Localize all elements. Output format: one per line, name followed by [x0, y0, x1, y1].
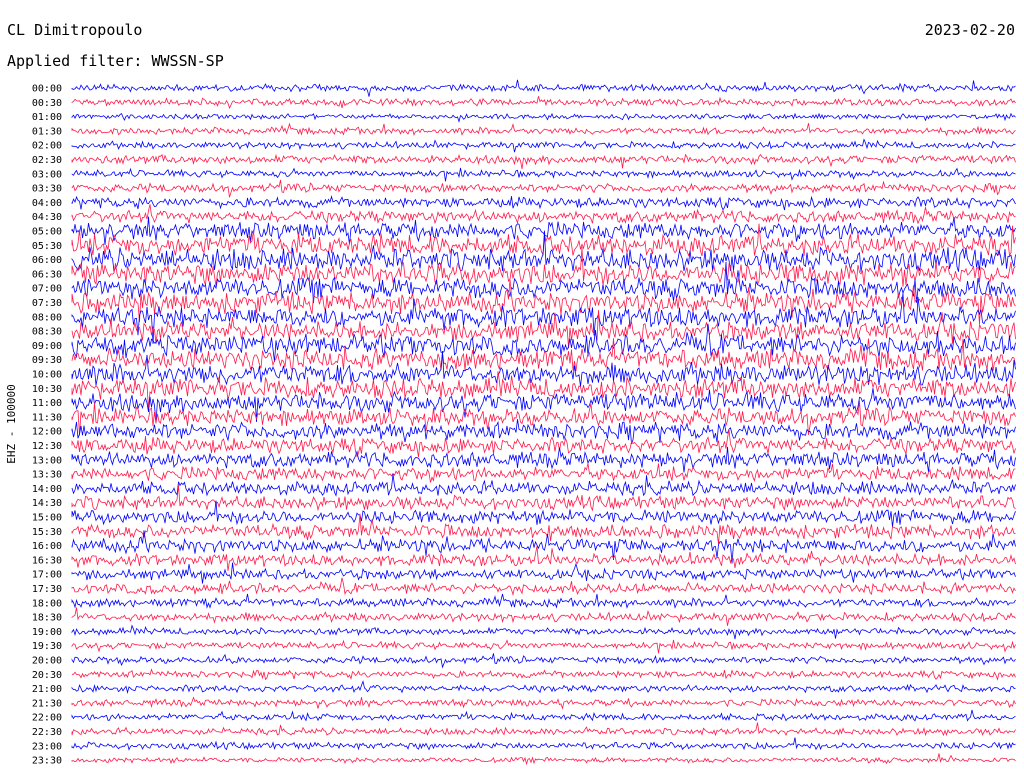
row-time-label: 21:30	[32, 698, 62, 709]
row-time-label: 03:00	[32, 169, 62, 180]
row-time-label: 05:30	[32, 241, 62, 252]
trace-14:00	[71, 473, 1016, 497]
trace-09:30	[71, 338, 1016, 373]
row-time-label: 17:30	[32, 584, 62, 595]
trace-21:00	[71, 680, 1016, 694]
row-time-label: 02:30	[32, 155, 62, 166]
trace-04:30	[71, 204, 1016, 225]
trace-01:30	[71, 122, 1016, 137]
row-time-label: 07:00	[32, 284, 62, 295]
trace-20:00	[71, 653, 1016, 669]
row-time-label: 22:30	[32, 727, 62, 738]
row-time-label: 20:30	[32, 670, 62, 681]
row-time-label: 13:00	[32, 455, 62, 466]
row-time-label: 03:30	[32, 184, 62, 195]
trace-22:30	[71, 722, 1016, 737]
row-time-label: 15:00	[32, 513, 62, 524]
trace-21:30	[71, 696, 1016, 710]
row-time-label: 01:30	[32, 126, 62, 137]
row-time-label: 10:00	[32, 370, 62, 381]
trace-03:30	[71, 179, 1016, 198]
row-time-label: 12:00	[32, 427, 62, 438]
trace-17:30	[71, 577, 1016, 597]
row-time-label: 19:30	[32, 641, 62, 652]
row-time-label: 14:30	[32, 498, 62, 509]
trace-02:30	[71, 153, 1016, 169]
trace-04:00	[71, 195, 1016, 211]
row-time-label: 08:30	[32, 327, 62, 338]
row-time-label: 11:30	[32, 412, 62, 423]
row-time-label: 20:00	[32, 656, 62, 667]
trace-18:00	[71, 593, 1016, 609]
seismogram-plot: EHZ - 100000 00:00 00:30 01:00 01:30 02:00 02…	[5, 79, 1016, 767]
row-time-label: 15:30	[32, 527, 62, 538]
trace-23:00	[71, 737, 1016, 751]
trace-22:00	[71, 709, 1016, 722]
row-time-label: 23:00	[32, 741, 62, 752]
row-time-label: 06:00	[32, 255, 62, 266]
trace-23:30	[71, 753, 1016, 766]
trace-17:00	[71, 562, 1016, 584]
row-time-label: 01:00	[32, 112, 62, 123]
row-time-label: 09:00	[32, 341, 62, 352]
row-time-label: 18:00	[32, 598, 62, 609]
trace-13:00	[71, 446, 1016, 473]
trace-02:00	[71, 138, 1016, 153]
row-time-label: 11:00	[32, 398, 62, 409]
trace-13:30	[71, 463, 1016, 483]
row-time-label: 19:00	[32, 627, 62, 638]
trace-00:00	[71, 79, 1016, 97]
trace-00:30	[71, 96, 1016, 110]
row-time-label: 09:30	[32, 355, 62, 366]
trace-19:30	[71, 639, 1016, 654]
row-time-label: 14:00	[32, 484, 62, 495]
row-time-label: 13:30	[32, 470, 62, 481]
row-time-label: 16:30	[32, 555, 62, 566]
row-time-label: 12:30	[32, 441, 62, 452]
row-time-label: 22:00	[32, 713, 62, 724]
row-time-label: 05:00	[32, 227, 62, 238]
row-time-label: 23:30	[32, 756, 62, 767]
channel-axis-label: EHZ - 100000	[5, 384, 18, 463]
row-time-label: 16:00	[32, 541, 62, 552]
row-time-label: 17:00	[32, 570, 62, 581]
row-time-label: 04:00	[32, 198, 62, 209]
trace-01:00	[71, 112, 1016, 123]
row-time-label: 02:00	[32, 141, 62, 152]
row-time-label: 07:30	[32, 298, 62, 309]
row-time-label: 04:30	[32, 212, 62, 223]
row-time-label: 08:00	[32, 312, 62, 323]
trace-20:30	[72, 668, 1016, 681]
row-time-label: 06:30	[32, 269, 62, 280]
row-time-label: 21:00	[32, 684, 62, 695]
row-time-label: 00:00	[32, 84, 62, 95]
row-time-label: 10:30	[32, 384, 62, 395]
trace-18:30	[71, 607, 1016, 626]
row-time-label: 00:30	[32, 98, 62, 109]
row-time-label: 18:30	[32, 613, 62, 624]
trace-19:00	[71, 624, 1016, 640]
trace-06:00	[71, 230, 1016, 273]
trace-03:00	[71, 167, 1016, 182]
